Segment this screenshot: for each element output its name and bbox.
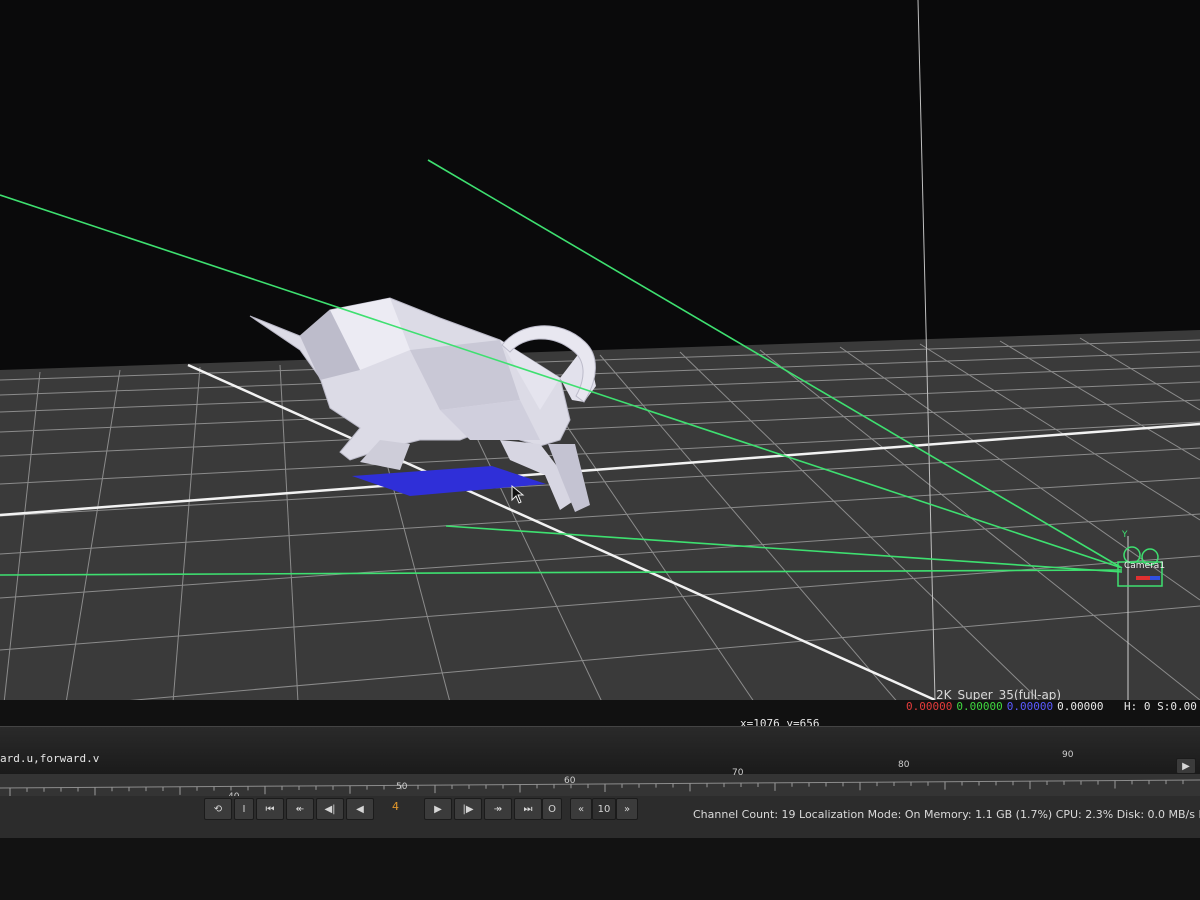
skip-back-button[interactable]: « — [570, 798, 592, 820]
out-point-button[interactable]: O — [542, 798, 562, 820]
in-point-button[interactable]: I — [234, 798, 254, 820]
timeline-tick-label: 60 — [564, 776, 576, 786]
pixel-values: 0.00000 0.00000 0.00000 0.00000 — [906, 700, 1103, 713]
channel-strip — [0, 726, 1200, 775]
pixel-alpha: 0.00000 — [1057, 700, 1104, 713]
current-frame[interactable]: 4 — [392, 800, 399, 813]
bezel-bottom — [0, 838, 1200, 900]
last-frame-button[interactable]: ⏭ — [514, 798, 542, 820]
camera-label: Camera1 — [1124, 561, 1166, 571]
pixel-blue: 0.00000 — [1006, 700, 1054, 713]
first-frame-button[interactable]: ⏮ — [256, 798, 284, 820]
timeline-tick-label: 90 — [1062, 750, 1074, 760]
pixel-red: 0.00000 — [906, 700, 953, 713]
timeline-tick-label: 70 — [732, 768, 744, 778]
step-value-field[interactable]: 10 — [592, 798, 616, 820]
pixel-green: 0.00000 — [956, 700, 1003, 713]
skip-forward-button[interactable]: » — [616, 798, 638, 820]
timeline-tick-label: 80 — [898, 760, 910, 770]
prev-keyframe-button[interactable]: ↞ — [286, 798, 314, 820]
play-forward-button[interactable]: ▶ — [424, 798, 452, 820]
channel-text: ard.u,forward.v — [0, 752, 100, 765]
next-keyframe-button[interactable]: ↠ — [484, 798, 512, 820]
3d-viewport[interactable]: Y Camera1 2K_Super_35(full-ap) — [0, 0, 1200, 760]
play-range-icon[interactable]: ▶ — [1176, 758, 1196, 774]
camera-axis-label: Y — [1121, 530, 1128, 540]
step-forward-button[interactable]: |▶ — [454, 798, 482, 820]
viewport-scene: Y — [0, 0, 1200, 741]
timeline-tick-label: 50 — [396, 782, 408, 792]
hsv-info: H: 0 S:0.00 V — [1124, 700, 1200, 713]
floor-plane — [0, 330, 1200, 740]
play-backward-button[interactable]: ◀ — [346, 798, 374, 820]
loop-mode-icon[interactable]: ⟲ — [204, 798, 232, 820]
step-back-button[interactable]: ◀| — [316, 798, 344, 820]
status-bar: Channel Count: 19 Localization Mode: On … — [693, 808, 1200, 821]
